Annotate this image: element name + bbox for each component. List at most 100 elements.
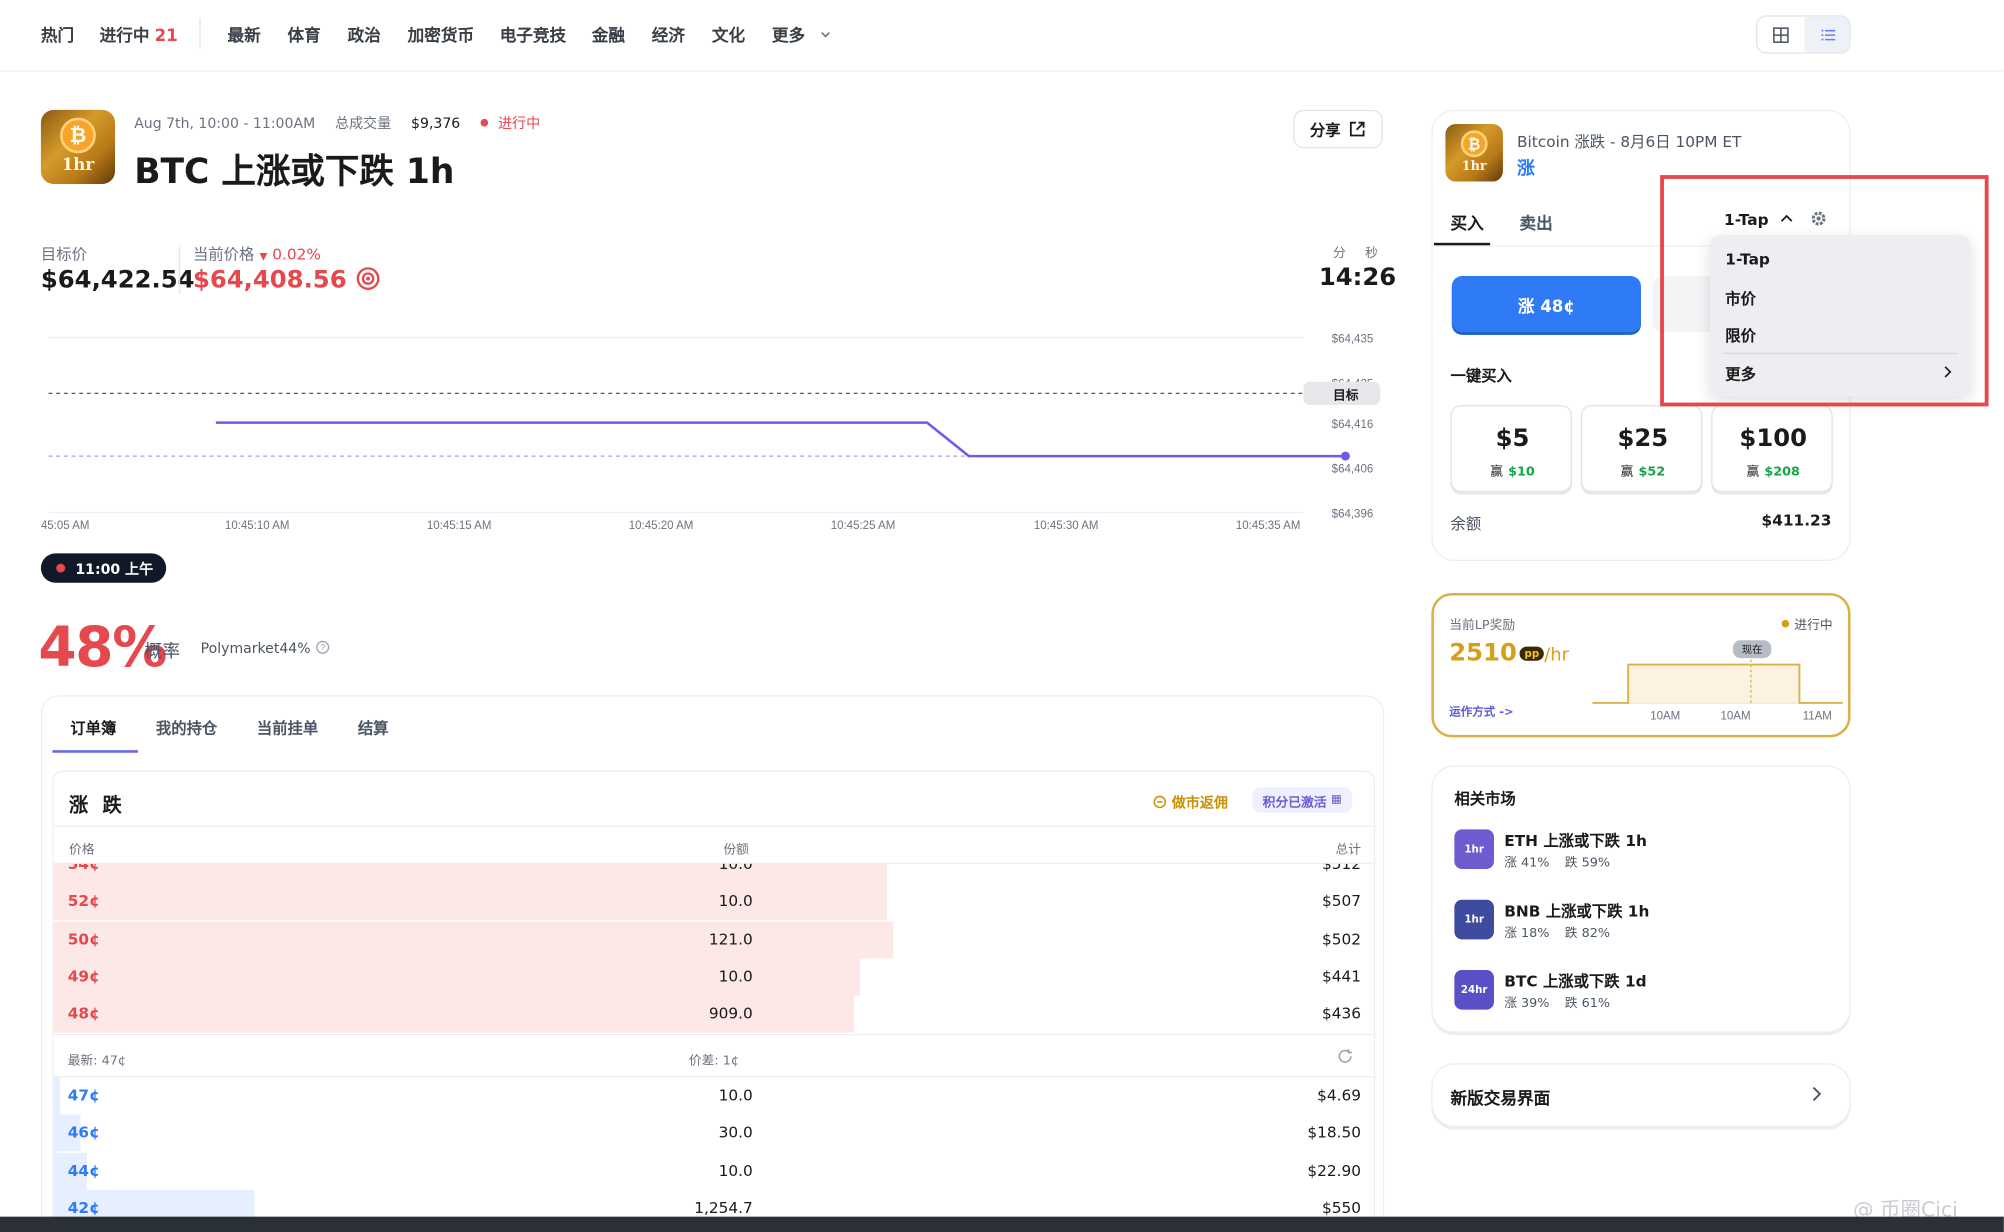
share-button[interactable]: 分享 [1293,109,1383,149]
ask-row[interactable]: 49¢ 10.0 $441 [53,958,1374,996]
nav-item-politics[interactable]: 政治 [348,22,381,46]
odds-down: 跌 61% [1564,996,1611,1011]
nav-item-economy[interactable]: 经济 [652,22,685,46]
related-market-name: ETH 上涨或下跌 1h [1504,831,1647,850]
polymarket-odds: Polymarket44% ? [201,640,329,657]
grid-view-button[interactable] [1757,17,1804,53]
related-market-item[interactable]: 1hr ETH 上涨或下跌 1h 涨 41% 跌 59% [1454,829,1837,872]
how-it-works-link[interactable]: 运作方式 -> [1449,703,1513,720]
odds-up: 涨 41% [1504,856,1550,871]
chevron-right-icon [1812,1086,1822,1102]
nav-item-new[interactable]: 最新 [227,22,260,46]
cell-total: $436 [1322,1004,1362,1023]
list-view-button[interactable] [1804,16,1850,53]
cell-price: 52¢ [67,892,100,911]
bitcoin-icon: ₿ [60,117,96,154]
points-badge[interactable]: 积分已激活 ▦ [1252,787,1353,813]
nav-item-finance[interactable]: 金融 [592,22,625,46]
market-status-label: 进行中 [497,115,541,132]
cell-price: 54¢ [67,863,100,873]
quick-buy-win-label: 赢 [1746,465,1760,480]
lp-value: 2510 [1449,639,1517,668]
tab-positions[interactable]: 我的持仓 [156,717,217,739]
quick-buy-amount: $100 [1739,424,1808,453]
tab-buy[interactable]: 买入 [1451,210,1484,234]
bid-row[interactable]: 44¢ 10.0 $22.90 [53,1152,1374,1190]
nav-item-culture[interactable]: 文化 [712,22,745,46]
market-date: Aug 7th, 10:00 - 11:00AM [134,115,316,132]
lp-status: 进行中 [1781,613,1833,633]
cell-price: 42¢ [67,1198,100,1217]
nav-item-esports[interactable]: 电子竞技 [500,22,566,46]
nav-item-hot[interactable]: 热门 [41,22,74,46]
odds-up: 涨 18% [1504,926,1550,941]
lp-rewards-card: 当前LP奖励 进行中 2510 pp/hr 运作方式 -> 现在 10AM 10A… [1431,592,1851,738]
cell-price: 46¢ [67,1123,100,1142]
cell-price: 49¢ [67,967,100,986]
bid-rows: 47¢ 10.0 $4.69 46¢ 30.0 $18.50 44¢ 10.0 $22.90 42… [53,1077,1374,1232]
ask-row[interactable]: 54¢ 10.0 $512 [53,863,1374,884]
nav-item-live[interactable]: 进行中 21 [100,22,178,46]
tab-orderbook[interactable]: 订单簿 [70,717,116,739]
price-series-line [215,421,1346,458]
price-divider [178,245,181,294]
target-marker-label: 目标 [1333,388,1359,403]
related-market-item[interactable]: 1hr BNB 上涨或下跌 1h 涨 18% 跌 82% [1454,899,1837,943]
y-tick-label: $64,435 [1332,334,1374,346]
ask-row[interactable]: 52¢ 10.0 $507 [53,883,1374,921]
taskbar [0,1216,2004,1232]
col-shares: 份额 [723,843,749,858]
y-tick-label: $64,416 [1332,419,1374,431]
x-tick-label: 10:45:25 AM [831,520,896,532]
quick-buy-100-button[interactable]: $100 赢 $208 [1711,405,1833,493]
cell-total: $507 [1322,892,1362,911]
related-markets-card: 相关市场 1hr ETH 上涨或下跌 1h 涨 41% 跌 59% 1hr BNB… [1431,765,1851,1033]
market-meta: Aug 7th, 10:00 - 11:00AM 总成交量 $9,376 进行中 [134,112,571,132]
points-label: 积分已激活 [1262,795,1327,810]
x-tick-label: 10:45:10 AM [225,520,290,532]
bid-row[interactable]: 46¢ 30.0 $18.50 [53,1114,1374,1152]
refresh-coin-icon [1153,795,1167,809]
trade-side: 涨 [1516,158,1535,179]
tab-open-orders[interactable]: 当前挂单 [257,717,318,739]
current-price-label-text: 当前价格 [192,245,255,264]
nav-item-sports[interactable]: 体育 [288,22,321,46]
lp-tick: 10AM [1721,711,1751,723]
ask-row[interactable]: 48¢ 909.0 $436 [53,995,1374,1033]
maker-rebate-link[interactable]: 做市返佣 [1153,792,1228,812]
quick-buy-win-label: 赢 [1490,465,1504,480]
help-icon[interactable]: ? [315,640,329,654]
cell-total: $22.90 [1307,1161,1362,1180]
related-market-item[interactable]: 24hr BTC 上涨或下跌 1d 涨 39% 跌 61% [1454,970,1837,1013]
status-dot-icon [1781,619,1790,628]
current-price-value: $64,408.56 [193,266,381,294]
bid-depth-bar [53,1077,61,1115]
probability-label: 概率 [144,641,181,663]
polymarket-odds-text: Polymarket44% [200,640,311,657]
ask-row[interactable]: 50¢ 121.0 $502 [53,920,1374,958]
nav-item-crypto[interactable]: 加密货币 [408,22,474,46]
tab-settlement[interactable]: 结算 [358,717,389,739]
col-price: 价格 [69,843,95,858]
quick-buy-5-button[interactable]: $5 赢 $10 [1450,405,1573,493]
orderbook-header: 价格 份额 总计 [53,825,1374,864]
nav-item-more[interactable]: 更多 [772,22,831,46]
cell-shares: 10.0 [718,892,753,911]
odds-up: 涨 39% [1504,996,1550,1011]
countdown-timer: 14:26 [1318,263,1397,292]
col-total: 总计 [1335,843,1362,858]
lp-rate-unit: /hr [1544,645,1570,666]
related-market-odds: 涨 18% 跌 82% [1504,921,1625,941]
new-trading-ui-link[interactable]: 新版交易界面 [1431,1063,1851,1128]
refresh-icon[interactable] [1337,1048,1354,1065]
buy-yes-button[interactable]: 涨 48¢ [1451,276,1641,333]
quick-buy-win: 赢 $10 [1452,460,1573,479]
tab-sell[interactable]: 卖出 [1520,210,1553,234]
bid-row[interactable]: 47¢ 10.0 $4.69 [53,1077,1374,1115]
gift-icon: ▦ [1331,793,1342,807]
quick-buy-win-value: $10 [1508,465,1535,480]
nav-more-label: 更多 [771,26,806,47]
quick-buy-25-button[interactable]: $25 赢 $52 [1580,405,1703,493]
related-market-odds: 涨 41% 跌 59% [1504,851,1625,870]
cell-price: 48¢ [67,1004,100,1023]
